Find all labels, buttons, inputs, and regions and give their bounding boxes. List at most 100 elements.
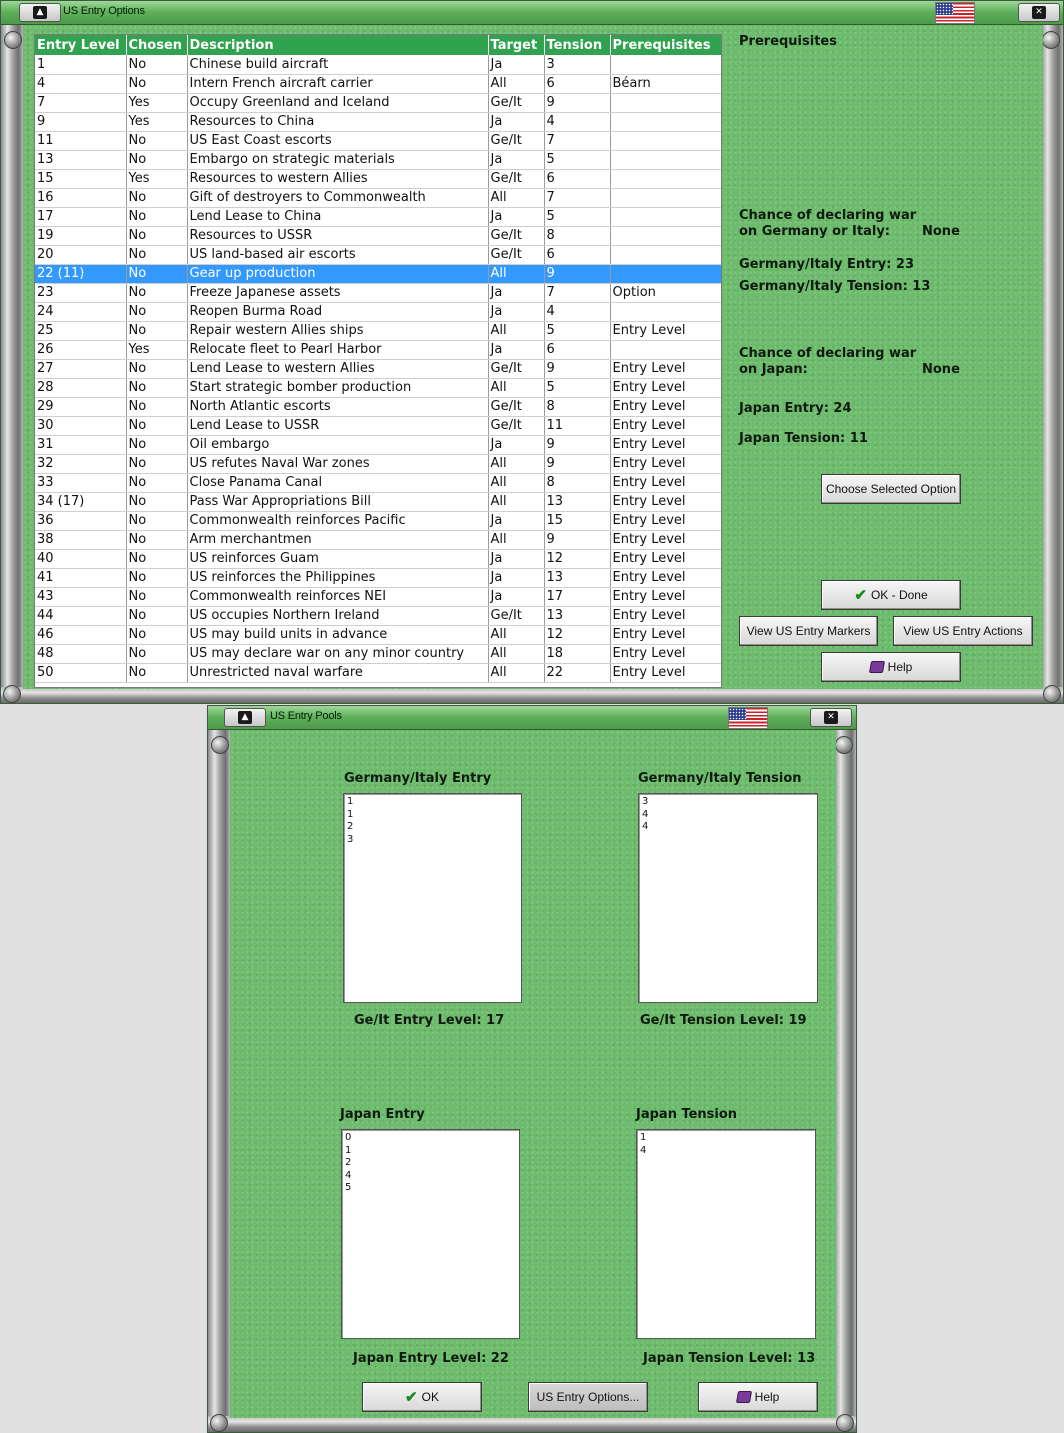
list-item[interactable]: 2 bbox=[347, 821, 518, 834]
table-row[interactable]: 28 No Start strategic bomber production All… bbox=[35, 378, 721, 398]
list-item[interactable]: 4 bbox=[642, 809, 814, 822]
table-row[interactable]: 32 No US refutes Naval War zones All 9 Entry … bbox=[35, 454, 721, 474]
pools-help-button[interactable]: Help bbox=[698, 1382, 818, 1412]
options-help-button[interactable]: Help bbox=[821, 652, 961, 682]
table-row[interactable]: 46 No US may build units in advance All 12 En… bbox=[35, 625, 721, 645]
cell-target: Ge/It bbox=[488, 131, 545, 151]
table-row[interactable]: 22 (11) No Gear up production All 9 bbox=[35, 264, 721, 284]
cell-chosen: No bbox=[126, 302, 188, 322]
cell-chosen: No bbox=[126, 511, 188, 531]
table-row[interactable]: 30 No Lend Lease to USSR Ge/It 11 Entry Level bbox=[35, 416, 721, 436]
cell-tension: 6 bbox=[544, 245, 611, 265]
cell-description: US reinforces the Philippines bbox=[187, 568, 489, 588]
list-item[interactable]: 5 bbox=[345, 1182, 516, 1195]
table-row[interactable]: 40 No US reinforces Guam Ja 12 Entry Level bbox=[35, 549, 721, 569]
table-row[interactable]: 38 No Arm merchantmen All 9 Entry Level bbox=[35, 530, 721, 550]
checkmark-icon: ✔ bbox=[854, 587, 867, 604]
cell-description: Oil embargo bbox=[187, 435, 489, 455]
cell-description: Commonwealth reinforces Pacific bbox=[187, 511, 489, 531]
table-row[interactable]: 20 No US land-based air escorts Ge/It 6 bbox=[35, 245, 721, 265]
column-header-prerequisites[interactable]: Prerequisites bbox=[610, 35, 721, 55]
list-item[interactable]: 2 bbox=[345, 1157, 516, 1170]
table-row[interactable]: 9 Yes Resources to China Ja 4 bbox=[35, 112, 721, 132]
ja-tension-pool-list[interactable]: 1 4 bbox=[636, 1129, 816, 1339]
cell-prerequisites: Entry Level bbox=[610, 416, 721, 436]
cell-entry-level: 25 bbox=[35, 321, 127, 341]
list-item[interactable]: 1 bbox=[345, 1145, 516, 1158]
list-item[interactable]: 1 bbox=[640, 1132, 812, 1145]
table-row[interactable]: 19 No Resources to USSR Ge/It 8 bbox=[35, 226, 721, 246]
cell-chosen: No bbox=[126, 264, 188, 284]
table-row[interactable]: 1 No Chinese build aircraft Ja 3 bbox=[35, 55, 721, 75]
table-row[interactable]: 4 No Intern French aircraft carrier All 6 Béa… bbox=[35, 74, 721, 94]
table-row[interactable]: 41 No US reinforces the Philippines Ja 13 Ent… bbox=[35, 568, 721, 588]
pools-ok-button[interactable]: ✔ OK bbox=[362, 1382, 482, 1412]
column-header-description[interactable]: Description bbox=[187, 35, 489, 55]
cell-description: Lend Lease to western Allies bbox=[187, 359, 489, 379]
table-row[interactable]: 17 No Lend Lease to China Ja 5 bbox=[35, 207, 721, 227]
cell-entry-level: 15 bbox=[35, 169, 127, 189]
pools-close-button[interactable]: ✕ bbox=[810, 708, 852, 727]
table-row[interactable]: 34 (17) No Pass War Appropriations Bill All… bbox=[35, 492, 721, 512]
cell-chosen: No bbox=[126, 435, 188, 455]
table-row[interactable]: 26 Yes Relocate fleet to Pearl Harbor Ja 6 bbox=[35, 340, 721, 360]
cell-tension: 9 bbox=[544, 530, 611, 550]
table-row[interactable]: 23 No Freeze Japanese assets Ja 7 Option bbox=[35, 283, 721, 303]
table-row[interactable]: 27 No Lend Lease to western Allies Ge/It 9 En… bbox=[35, 359, 721, 379]
table-header-row: Entry Level Chosen Description Target Tensio… bbox=[35, 35, 721, 55]
options-minimize-button[interactable]: ▲ bbox=[19, 3, 61, 22]
list-item[interactable]: 4 bbox=[345, 1170, 516, 1183]
table-row[interactable]: 50 No Unrestricted naval warfare All 22 Entry… bbox=[35, 663, 721, 683]
ja-entry-pool-list[interactable]: 0 1 2 4 5 bbox=[341, 1129, 520, 1339]
list-item[interactable]: 1 bbox=[347, 809, 518, 822]
pools-minimize-button[interactable]: ▲ bbox=[224, 708, 266, 727]
list-item[interactable]: 0 bbox=[345, 1132, 516, 1145]
column-header-target[interactable]: Target bbox=[488, 35, 545, 55]
ge-entry-pool-list[interactable]: 1 1 2 3 bbox=[343, 793, 522, 1003]
cell-tension: 13 bbox=[544, 492, 611, 512]
pools-titlebar[interactable]: ▲ US Entry Pools ✕ bbox=[208, 706, 856, 730]
cell-entry-level: 1 bbox=[35, 55, 127, 75]
cell-entry-level: 29 bbox=[35, 397, 127, 417]
ok-done-button[interactable]: ✔ OK - Done bbox=[821, 580, 961, 610]
list-item[interactable]: 4 bbox=[642, 821, 814, 834]
us-entry-options-button[interactable]: US Entry Options... bbox=[528, 1382, 648, 1412]
list-item[interactable]: 4 bbox=[640, 1145, 812, 1158]
choose-selected-option-button[interactable]: Choose Selected Option bbox=[821, 474, 961, 504]
table-row[interactable]: 48 No US may declare war on any minor coun… bbox=[35, 644, 721, 664]
ge-tension-pool-list[interactable]: 3 4 4 bbox=[638, 793, 818, 1003]
table-row[interactable]: 11 No US East Coast escorts Ge/It 7 bbox=[35, 131, 721, 151]
window-minimize-icon: ▲ bbox=[238, 711, 252, 724]
table-row[interactable]: 7 Yes Occupy Greenland and Iceland Ge/It 9 bbox=[35, 93, 721, 113]
table-row[interactable]: 44 No US occupies Northern Ireland Ge/It 13 E… bbox=[35, 606, 721, 626]
cell-entry-level: 33 bbox=[35, 473, 127, 493]
table-row[interactable]: 16 No Gift of destroyers to Commonwealth Al… bbox=[35, 188, 721, 208]
view-us-entry-markers-button[interactable]: View US Entry Markers bbox=[739, 616, 878, 646]
cell-prerequisites bbox=[610, 340, 721, 360]
table-row[interactable]: 25 No Repair western Allies ships All 5 Entry… bbox=[35, 321, 721, 341]
table-row[interactable]: 31 No Oil embargo Ja 9 Entry Level bbox=[35, 435, 721, 455]
table-row[interactable]: 36 No Commonwealth reinforces Pacific Ja 15 E… bbox=[35, 511, 721, 531]
table-row[interactable]: 13 No Embargo on strategic materials Ja 5 bbox=[35, 150, 721, 170]
cell-description: Embargo on strategic materials bbox=[187, 150, 489, 170]
table-row[interactable]: 15 Yes Resources to western Allies Ge/It 6 bbox=[35, 169, 721, 189]
cell-entry-level: 22 (11) bbox=[35, 264, 127, 284]
table-row[interactable]: 43 No Commonwealth reinforces NEI Ja 17 Entry… bbox=[35, 587, 721, 607]
list-item[interactable]: 3 bbox=[347, 834, 518, 847]
options-titlebar[interactable]: ▲ US Entry Options ✕ bbox=[1, 1, 1063, 25]
column-header-entry-level[interactable]: Entry Level bbox=[35, 35, 127, 55]
list-item[interactable]: 1 bbox=[347, 796, 518, 809]
column-header-tension[interactable]: Tension bbox=[544, 35, 611, 55]
table-row[interactable]: 24 No Reopen Burma Road Ja 4 bbox=[35, 302, 721, 322]
options-close-button[interactable]: ✕ bbox=[1018, 3, 1060, 22]
column-header-chosen[interactable]: Chosen bbox=[126, 35, 188, 55]
table-row[interactable]: 29 No North Atlantic escorts Ge/It 8 Entry Le… bbox=[35, 397, 721, 417]
view-us-entry-actions-button[interactable]: View US Entry Actions bbox=[893, 616, 1033, 646]
ja-entry-level: Japan Entry Level: 22 bbox=[353, 1351, 509, 1366]
ge-entry-level: Ge/It Entry Level: 17 bbox=[354, 1013, 505, 1028]
frame-knob bbox=[4, 31, 22, 49]
us-entry-options-window: ▲ US Entry Options ✕ Entry Level Chosen De… bbox=[0, 0, 1064, 704]
list-item[interactable]: 3 bbox=[642, 796, 814, 809]
table-row[interactable]: 33 No Close Panama Canal All 8 Entry Level bbox=[35, 473, 721, 493]
cell-target: Ja bbox=[488, 511, 545, 531]
